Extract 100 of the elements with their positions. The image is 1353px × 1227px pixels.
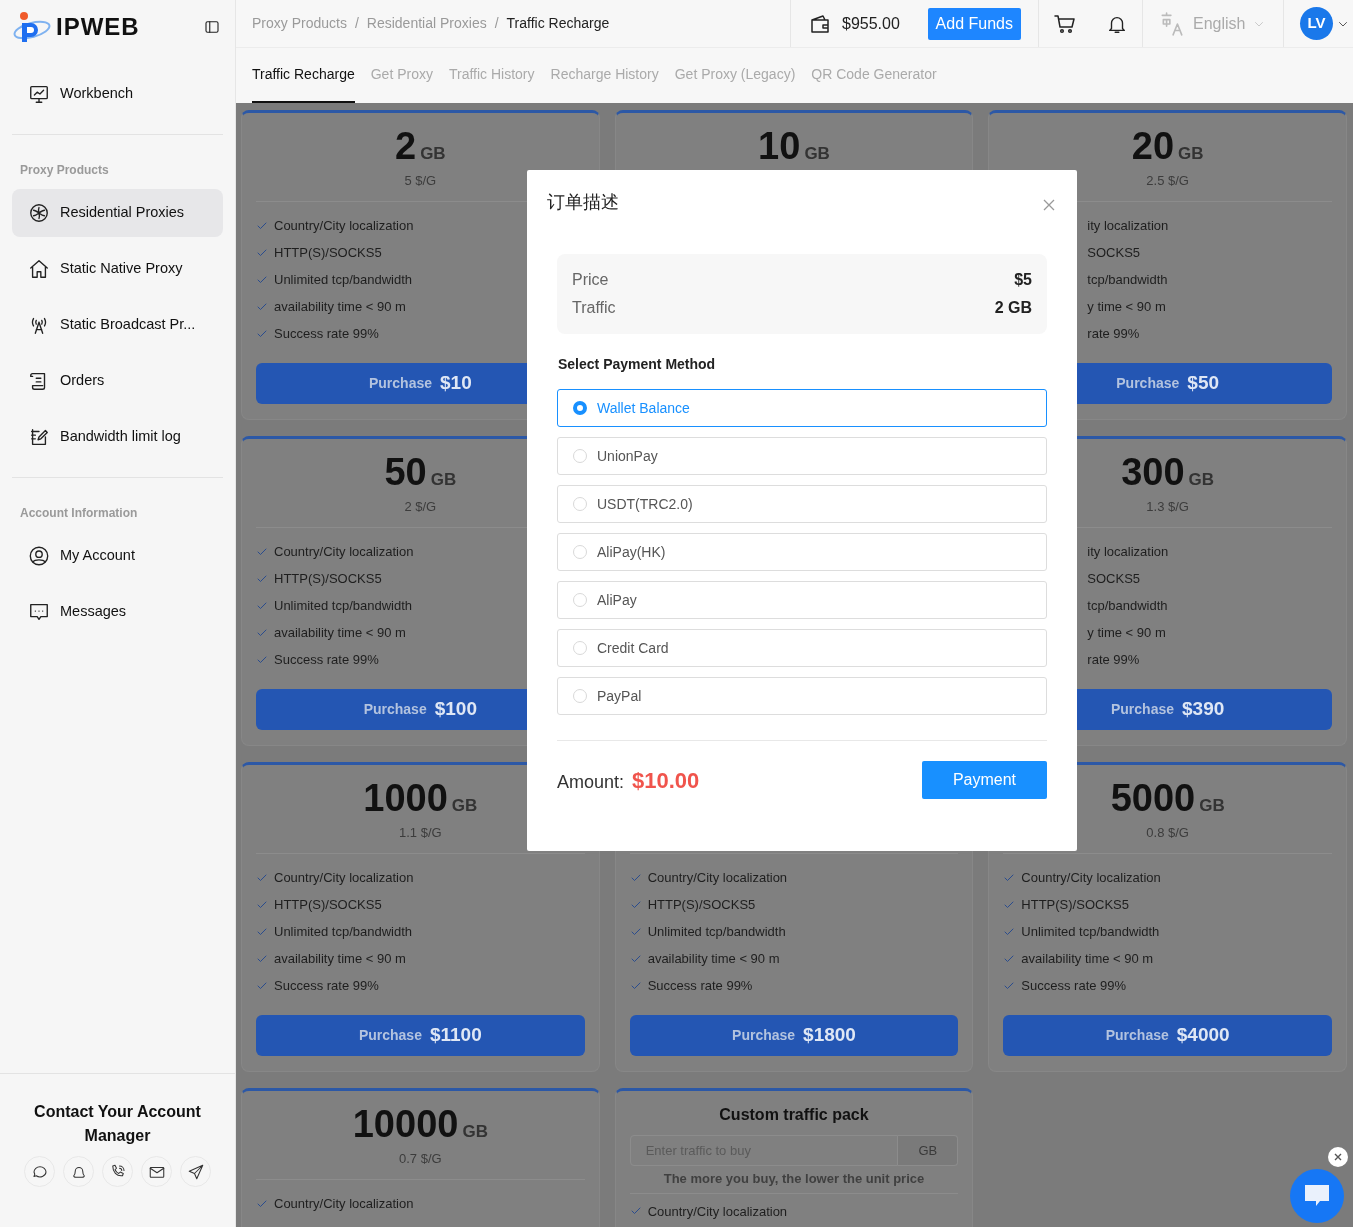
purchase-button[interactable]: Purchase $1100 bbox=[256, 1015, 585, 1056]
section-title: Account Information bbox=[19, 505, 139, 522]
add-funds-button[interactable]: Add Funds bbox=[927, 7, 1021, 40]
sidebar-item[interactable]: Messages bbox=[12, 588, 223, 636]
feature-text: Country/City localization bbox=[274, 217, 414, 235]
sidebar-item[interactable]: Bandwidth limit log bbox=[12, 413, 223, 461]
send-button[interactable] bbox=[180, 1156, 211, 1187]
feature-text: Country/City localization bbox=[274, 869, 414, 887]
package-size: 20 GB bbox=[1131, 125, 1204, 167]
payment-option[interactable]: AliPay(HK) bbox=[557, 533, 1047, 571]
feature-text: Success rate 99% bbox=[274, 325, 379, 343]
feature-text: tcp/bandwidth bbox=[1087, 271, 1168, 289]
feature-text: Unlimited tcp/bandwidth bbox=[274, 923, 413, 941]
feature-text: SOCKS5 bbox=[1087, 244, 1141, 262]
section-title: Proxy Products bbox=[19, 162, 110, 179]
feature-text: HTTP(S)/SOCKS5 bbox=[274, 570, 382, 588]
feature-text: Success rate 99% bbox=[1021, 977, 1127, 995]
feature-text: HTTP(S)/SOCKS5 bbox=[274, 896, 382, 914]
phone-button[interactable] bbox=[102, 1156, 133, 1187]
feature-text: Country/City localization bbox=[647, 1202, 788, 1221]
feature-text: Unlimited tcp/bandwidth bbox=[274, 271, 413, 289]
user-avatar[interactable]: LV bbox=[1300, 7, 1333, 40]
amount-label: Amount: bbox=[557, 770, 625, 794]
feature-text: Success rate 99% bbox=[647, 977, 753, 995]
feature-text: Country/City localization bbox=[274, 1195, 414, 1213]
breadcrumb-separator: / bbox=[494, 14, 499, 33]
feature-text: ity localization bbox=[1087, 217, 1169, 235]
breadcrumb-separator: / bbox=[354, 14, 359, 33]
unit-price: 0.7 $/G bbox=[399, 1150, 442, 1168]
feature-text: availability time < 90 m bbox=[1021, 950, 1154, 968]
option-label: Credit Card bbox=[597, 638, 669, 658]
feature-text: Success rate 99% bbox=[274, 977, 379, 995]
balance-amount: $955.00 bbox=[842, 13, 900, 34]
brand-name: IPWEB bbox=[56, 12, 140, 42]
sidebar-item[interactable]: Static Broadcast Pr... bbox=[12, 301, 223, 349]
feature-text: ity localization bbox=[1087, 543, 1169, 561]
purchase-button[interactable]: Purchase $1800 bbox=[629, 1015, 959, 1056]
option-label: AliPay(HK) bbox=[597, 542, 666, 562]
package-size: 10 GB bbox=[758, 125, 830, 167]
purchase-button[interactable]: Purchase $4000 bbox=[1003, 1015, 1332, 1056]
feature-text: rate 99% bbox=[1087, 651, 1140, 669]
close-icon bbox=[1043, 198, 1055, 211]
radio-button[interactable] bbox=[573, 401, 587, 415]
sidebar-item[interactable]: Workbench bbox=[12, 70, 223, 118]
feature-text: Country/City localization bbox=[1021, 869, 1161, 887]
option-label: USDT(TRC2.0) bbox=[597, 494, 693, 514]
chat-button[interactable] bbox=[24, 1156, 55, 1187]
package-size: 50 GB bbox=[384, 451, 457, 493]
unit-label: GB bbox=[898, 1135, 959, 1166]
feature-text: y time < 90 m bbox=[1087, 624, 1166, 642]
logo-icon bbox=[12, 10, 52, 44]
penguin-button[interactable] bbox=[63, 1156, 94, 1187]
custom-pack-title: Custom traffic pack bbox=[718, 1105, 870, 1125]
payment-option[interactable]: USDT(TRC2.0) bbox=[557, 485, 1047, 523]
feature-text: y time < 90 m bbox=[1087, 298, 1166, 316]
sidebar-item[interactable]: Residential Proxies bbox=[12, 189, 223, 237]
unit-price: 2.5 $/G bbox=[1146, 172, 1189, 190]
feature-text: Unlimited tcp/bandwidth bbox=[647, 923, 786, 941]
option-label: PayPal bbox=[597, 686, 642, 706]
sidebar-toggle-icon[interactable] bbox=[203, 18, 221, 36]
feature-text: tcp/bandwidth bbox=[1087, 597, 1168, 615]
amount-value: $10.00 bbox=[632, 766, 700, 795]
translate-icon bbox=[1159, 10, 1185, 37]
option-label: UnionPay bbox=[597, 446, 658, 466]
package-size: 10000 GB bbox=[352, 1103, 488, 1145]
mail-button[interactable] bbox=[141, 1156, 172, 1187]
package-size: 1000 GB bbox=[363, 777, 478, 819]
package-size: 2 GB bbox=[395, 125, 446, 167]
unit-price: 5 $/G bbox=[404, 172, 437, 190]
payment-option[interactable]: Credit Card bbox=[557, 629, 1047, 667]
sidebar-item[interactable]: Static Native Proxy bbox=[12, 245, 223, 293]
payment-button[interactable]: Payment bbox=[922, 761, 1047, 799]
feature-text: rate 99% bbox=[1087, 325, 1140, 343]
option-label: AliPay bbox=[597, 590, 637, 610]
feature-text: SOCKS5 bbox=[1087, 570, 1141, 588]
option-label: Wallet Balance bbox=[597, 398, 690, 418]
feature-text: availability time < 90 m bbox=[274, 624, 406, 642]
payment-option[interactable]: Wallet Balance bbox=[557, 389, 1047, 427]
check-icon bbox=[629, 1205, 642, 1217]
hint-text: The more you buy, the lower the unit price bbox=[629, 1169, 959, 1194]
feature-text: Unlimited tcp/bandwidth bbox=[1021, 923, 1160, 941]
house-icon bbox=[28, 258, 50, 280]
dialog-title: 订单描述 bbox=[547, 191, 620, 214]
payment-option[interactable]: AliPay bbox=[557, 581, 1047, 619]
unit-price: 2 $/G bbox=[404, 498, 437, 516]
user-icon bbox=[28, 545, 50, 567]
summary-value: 2 GB bbox=[994, 298, 1032, 318]
unit-price: 0.8 $/G bbox=[1146, 824, 1189, 842]
feature-text: Unlimited tcp/bandwidth bbox=[274, 597, 413, 615]
unit-price: 1.1 $/G bbox=[399, 824, 442, 842]
sidebar-item[interactable]: My Account bbox=[12, 532, 223, 580]
payment-option[interactable]: UnionPay bbox=[557, 437, 1047, 475]
payment-option[interactable]: PayPal bbox=[557, 677, 1047, 715]
summary-label: Traffic bbox=[572, 298, 616, 318]
feature-text: HTTP(S)/SOCKS5 bbox=[1021, 896, 1129, 914]
feature-text: Country/City localization bbox=[647, 869, 788, 887]
package-size: 300 GB bbox=[1121, 451, 1215, 493]
send-icon bbox=[186, 1162, 205, 1181]
sidebar-item[interactable]: Orders bbox=[12, 357, 223, 405]
summary-value: $5 bbox=[1014, 270, 1032, 290]
